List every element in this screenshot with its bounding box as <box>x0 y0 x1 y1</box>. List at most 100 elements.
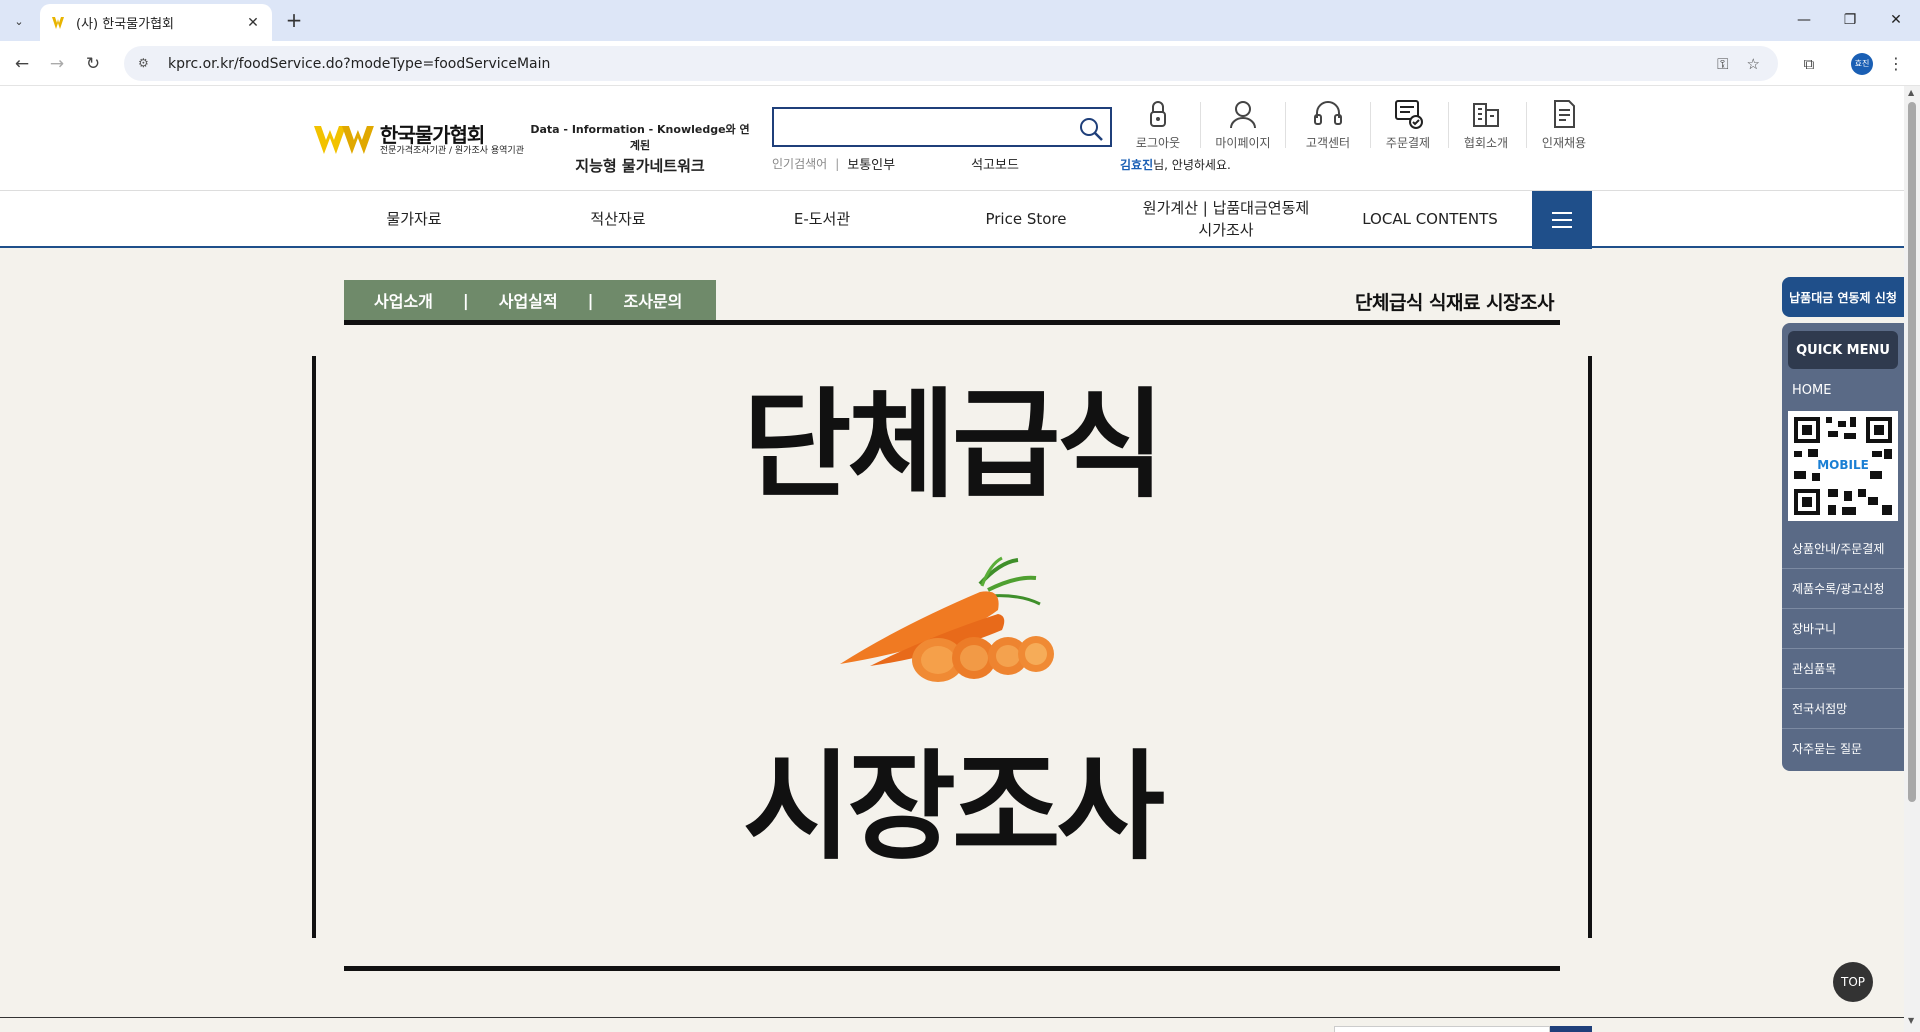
bottom-divider <box>344 966 1560 971</box>
gnb-item-estimation-data[interactable]: 적산자료 <box>516 191 720 247</box>
footer-select[interactable] <box>1334 1026 1550 1032</box>
quick-home-link[interactable]: HOME <box>1792 383 1831 398</box>
restore-icon[interactable]: ❐ <box>1830 8 1870 32</box>
popular-keyword[interactable]: 석고보드 <box>971 154 1019 173</box>
quick-item-cart[interactable]: 장바구니 <box>1782 609 1904 649</box>
gnb-item-local-contents[interactable]: LOCAL CONTENTS <box>1328 191 1532 247</box>
gnb-item-cost-calculation[interactable]: 원가계산 | 납품대금연동제 시가조사 <box>1128 191 1324 247</box>
site-favicon-icon <box>52 16 64 29</box>
quick-menu-title: QUICK MENU <box>1788 331 1898 369</box>
user-icon <box>1230 101 1256 129</box>
kprc-logo-icon <box>313 126 374 154</box>
hero-title-line1: 단체급식 <box>742 376 1165 514</box>
site-search-box <box>772 107 1112 147</box>
util-label: 협회소개 <box>1463 136 1509 150</box>
util-divider <box>1526 102 1527 148</box>
forward-icon[interactable]: → <box>44 51 70 77</box>
slogan-line1: Data - Information - Knowledge와 연계된 <box>530 123 750 152</box>
minimize-icon[interactable]: — <box>1784 8 1824 32</box>
util-label: 로그아웃 <box>1135 136 1181 150</box>
main-navigation: 물가자료 적산자료 E-도서관 Price Store 원가계산 | 납품대금연… <box>0 190 1904 249</box>
browser-menu-icon[interactable]: ⋮ <box>1886 51 1906 77</box>
util-label: 인재채용 <box>1541 136 1587 150</box>
popular-label: 인기검색어 <box>772 157 828 171</box>
search-icon[interactable] <box>1078 116 1104 142</box>
popular-keyword[interactable]: 보통인부 <box>847 154 895 173</box>
scroll-down-icon[interactable]: ▼ <box>1908 1016 1914 1025</box>
subnav-business-intro[interactable]: 사업소개 <box>344 288 463 312</box>
customer-center-button[interactable]: 고객센터 <box>1292 98 1364 151</box>
subnav-business-record[interactable]: 사업실적 <box>469 288 588 312</box>
address-url[interactable]: kprc.or.kr/foodService.do?modeType=foodS… <box>168 56 1717 72</box>
gnb-item-price-data[interactable]: 물가자료 <box>312 191 516 247</box>
subnav-survey-inquiry[interactable]: 조사문의 <box>593 288 712 312</box>
logo-main-text: 한국물가협회 <box>379 122 485 147</box>
frame-right-border <box>1588 356 1592 938</box>
tab-search-button[interactable]: ⌄ <box>6 8 32 34</box>
gnb-item-e-library[interactable]: E-도서관 <box>720 191 924 247</box>
reload-icon[interactable]: ↻ <box>80 51 106 77</box>
util-divider <box>1200 102 1201 148</box>
browser-toolbar: ← → ↻ ⚙ kprc.or.kr/foodService.do?modeTy… <box>0 41 1920 86</box>
document-icon <box>1554 100 1575 128</box>
mypage-button[interactable]: 마이페이지 <box>1207 98 1279 151</box>
quick-menu: QUICK MENU HOME MOBILE 상품안내/주문결제 제품수록/광고… <box>1782 323 1904 771</box>
gnb-item-price-store[interactable]: Price Store <box>924 191 1128 247</box>
site-logo[interactable]: 한국물가협회 전문가격조사기관 / 원가조사 용역기관 <box>312 120 524 160</box>
hamburger-icon <box>1552 212 1572 228</box>
new-tab-icon[interactable]: + <box>282 9 306 33</box>
page-scrollbar[interactable]: ▲ ▼ <box>1904 86 1920 1032</box>
bookmark-star-icon[interactable]: ☆ <box>1747 55 1760 73</box>
quick-item-bookstores[interactable]: 전국서점망 <box>1782 689 1904 729</box>
tab-title: (사) 한국물가협회 <box>76 17 174 32</box>
footer-go-button[interactable] <box>1550 1026 1592 1032</box>
qr-mobile-label: MOBILE <box>1817 458 1869 472</box>
address-bar[interactable]: ⚙ kprc.or.kr/foodService.do?modeType=foo… <box>124 46 1778 81</box>
util-divider <box>1370 102 1371 148</box>
sub-navigation: 사업소개 | 사업실적 | 조사문의 <box>344 280 716 320</box>
close-window-icon[interactable]: ✕ <box>1876 8 1916 32</box>
browser-tab[interactable]: (사) 한국물가협회 ✕ <box>40 4 272 41</box>
util-divider <box>1448 102 1449 148</box>
hero-title-line2: 시장조사 <box>742 738 1165 876</box>
scroll-top-button[interactable]: TOP <box>1833 962 1873 1002</box>
profile-avatar[interactable]: 효진 <box>1851 53 1873 75</box>
lock-icon <box>1150 101 1166 127</box>
chevron-down-icon: ⌄ <box>14 14 24 28</box>
logo-sub-text: 전문가격조사기관 / 원가조사 용역기관 <box>379 145 524 156</box>
quick-item-product-ad[interactable]: 제품수록/광고신청 <box>1782 569 1904 609</box>
order-payment-button[interactable]: 주문결제 <box>1372 98 1444 151</box>
user-greeting: 김효진님, 안녕하세요. <box>1120 156 1231 173</box>
close-tab-icon[interactable]: ✕ <box>244 15 262 31</box>
user-name: 김효진 <box>1120 158 1154 172</box>
password-key-icon[interactable]: ⚿ <box>1717 55 1728 73</box>
top-divider <box>344 320 1560 325</box>
about-association-button[interactable]: 협회소개 <box>1450 98 1522 151</box>
site-search-input[interactable] <box>780 113 1070 141</box>
recruit-button[interactable]: 인재채용 <box>1528 98 1600 151</box>
slogan: Data - Information - Knowledge와 연계된 지능형 … <box>530 121 750 176</box>
extensions-icon[interactable]: ⧉ <box>1796 51 1822 77</box>
quick-item-favorites[interactable]: 관심품목 <box>1782 649 1904 689</box>
logout-button[interactable]: 로그아웃 <box>1122 98 1194 151</box>
order-icon <box>1395 100 1423 129</box>
scroll-thumb[interactable] <box>1908 102 1916 802</box>
util-divider <box>1285 102 1286 148</box>
util-label: 마이페이지 <box>1215 136 1271 150</box>
all-menu-button[interactable] <box>1532 191 1592 249</box>
site-info-icon[interactable]: ⚙ <box>138 56 154 72</box>
price-linkage-apply-button[interactable]: 납품대금 연동제 신청 <box>1782 277 1904 317</box>
greeting-text: 님, 안녕하세요. <box>1153 158 1231 172</box>
quick-item-product-order[interactable]: 상품안내/주문결제 <box>1782 529 1904 569</box>
scroll-up-icon[interactable]: ▲ <box>1908 88 1914 97</box>
headset-icon <box>1314 101 1342 125</box>
popular-keywords: 인기검색어 | 보통인부 석고보드 <box>772 154 1095 174</box>
back-icon[interactable]: ← <box>9 51 35 77</box>
popular-separator: | <box>835 156 840 171</box>
logo-text: 한국물가협회 전문가격조사기관 / 원가조사 용역기관 <box>380 124 524 157</box>
building-icon <box>1473 103 1499 127</box>
quick-item-faq[interactable]: 자주묻는 질문 <box>1782 729 1904 769</box>
quick-menu-list: 상품안내/주문결제 제품수록/광고신청 장바구니 관심품목 전국서점망 자주묻는… <box>1782 529 1904 769</box>
footer-divider <box>0 1017 1904 1018</box>
mobile-qr-code[interactable]: MOBILE <box>1788 411 1898 521</box>
